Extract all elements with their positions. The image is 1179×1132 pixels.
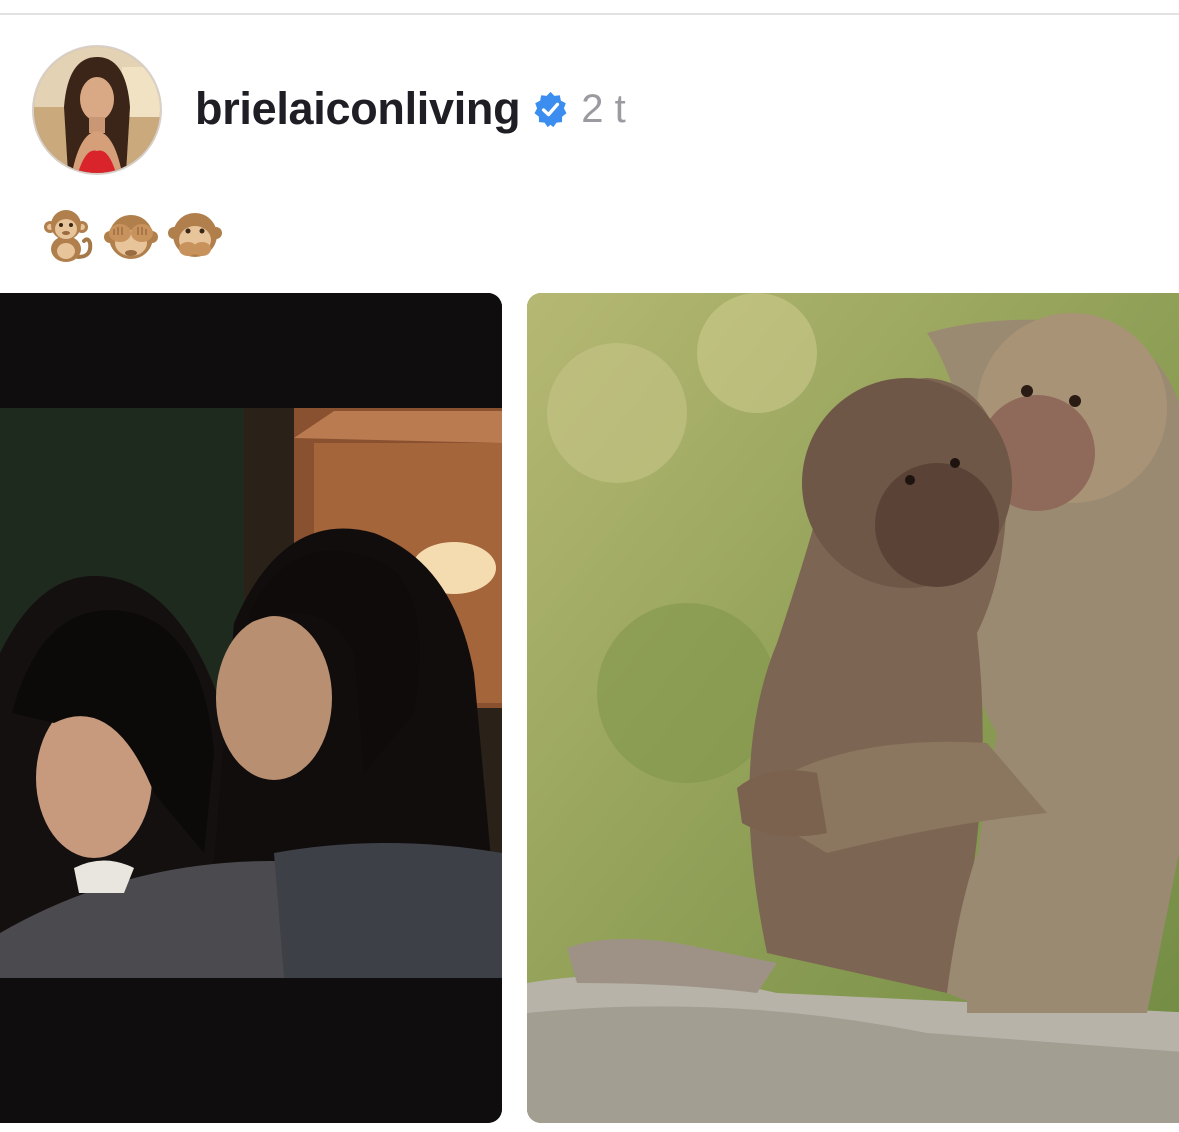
monkey-icon: [40, 207, 94, 265]
baboons-hugging-image: [527, 293, 1179, 1123]
post-caption: [40, 205, 222, 267]
women-hugging-image: [0, 293, 502, 1123]
avatar-image: [34, 47, 160, 173]
see-no-evil-monkey-icon: [104, 207, 158, 265]
post-photo-women[interactable]: [0, 293, 502, 1123]
user-row: brielaiconliving 2 t: [195, 83, 626, 135]
post-photo-baboons[interactable]: [527, 293, 1179, 1123]
verified-badge-icon: [532, 91, 569, 128]
post-timestamp: 2 t: [581, 86, 626, 131]
top-divider: [0, 13, 1179, 15]
username[interactable]: brielaiconliving: [195, 83, 521, 135]
post-header: brielaiconliving 2 t: [32, 44, 626, 176]
avatar[interactable]: [32, 45, 162, 175]
speak-no-evil-monkey-icon: [168, 207, 222, 265]
